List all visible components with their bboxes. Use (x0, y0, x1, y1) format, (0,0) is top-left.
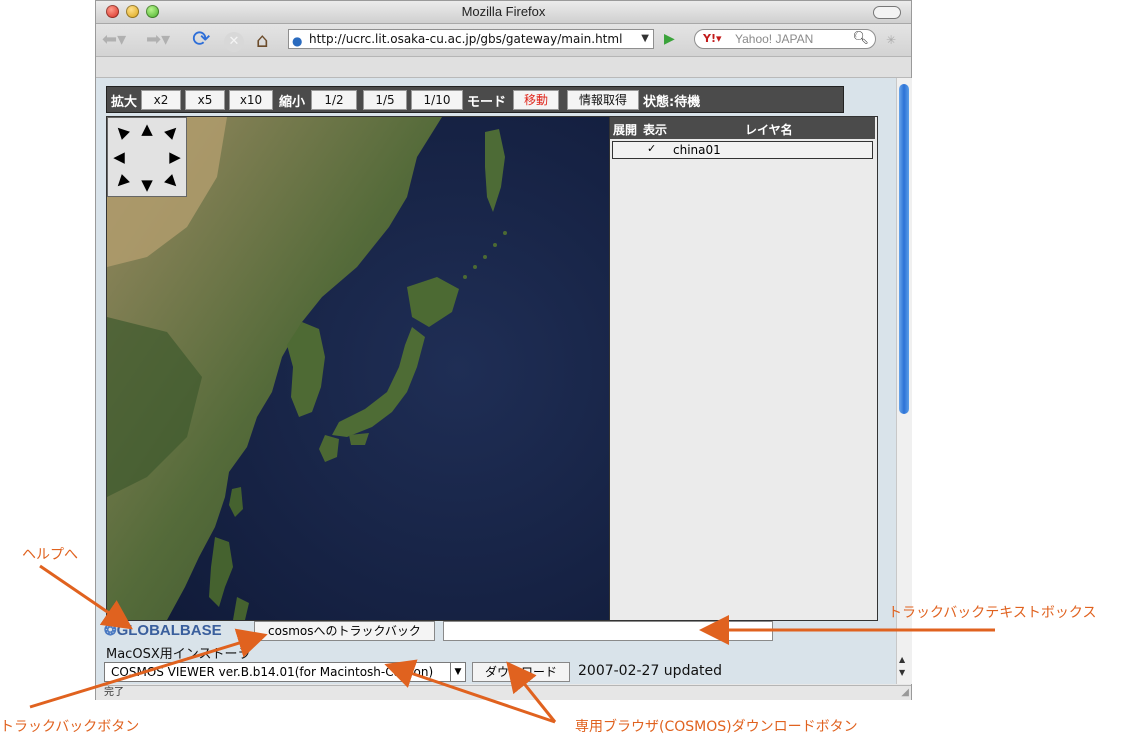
layer-row[interactable]: ✓ china01 (612, 141, 873, 159)
map-toolbar: 拡大 x2 x5 x10 縮小 1/2 1/5 1/10 モード 移動 情報取得… (106, 86, 844, 113)
home-button[interactable]: ⌂ (256, 28, 280, 52)
pan-left-button[interactable]: ◀ (110, 148, 128, 166)
search-engine-selector[interactable]: Y!▾ (703, 30, 722, 48)
reload-button[interactable]: ⟳ (192, 28, 216, 52)
scrollbar-thumb[interactable] (899, 84, 909, 414)
zoom-x5-button[interactable]: x5 (185, 90, 225, 110)
globe-logo-icon: ❂ (104, 622, 117, 639)
annotation-trackback-textbox: トラックバックテキストボックス (888, 605, 1097, 621)
go-icon: ▶ (664, 31, 675, 47)
map-pan-pad: ▲ ▲ ▲ ◀ ▶ ▲ ▼ ▲ (107, 117, 187, 197)
status-text: 完了 (104, 687, 124, 698)
zoom-fifth-button[interactable]: 1/5 (363, 90, 407, 110)
bookmarks-bar (96, 57, 911, 78)
pan-down-button[interactable]: ▼ (138, 176, 156, 194)
download-button[interactable]: ダウンロード (472, 662, 570, 682)
status-bar: 完了 ◢ (96, 685, 911, 700)
window-title: Mozilla Firefox (461, 4, 546, 19)
column-layer-name: レイヤ名 (745, 123, 793, 137)
zoom-out-label: 縮小 (279, 95, 306, 110)
go-button[interactable]: ▶ (664, 31, 675, 47)
zoom-in-label: 拡大 (111, 95, 138, 110)
stop-icon: ✕ (224, 32, 244, 52)
mode-info-button[interactable]: 情報取得 (567, 90, 639, 110)
globalbase-logo[interactable]: ❂GLOBALBASE (104, 621, 222, 639)
back-arrow-icon: ⬅▾ (102, 29, 127, 50)
zoom-x10-button[interactable]: x10 (229, 90, 273, 110)
browser-window: Mozilla Firefox ⬅▾ ➡▾ ⟳ ✕ ⌂ ● http://ucr… (95, 0, 912, 700)
column-expand: 展開 (613, 123, 638, 137)
title-bar: Mozilla Firefox (96, 1, 911, 24)
layer-visible-checkbox[interactable]: ✓ (647, 142, 656, 155)
annotation-download-button: 専用ブラウザ(COSMOS)ダウンロードボタン (575, 719, 858, 735)
mode-move-button[interactable]: 移動 (513, 90, 559, 110)
updated-text: 2007-02-27 updated (578, 663, 723, 679)
toolbar-toggle-button[interactable] (873, 6, 901, 19)
home-icon: ⌂ (256, 28, 269, 52)
pan-down-right-button[interactable]: ▲ (160, 170, 185, 195)
back-button[interactable]: ⬅▾ (102, 28, 140, 52)
pan-up-left-button[interactable]: ▲ (108, 118, 133, 143)
vertical-scrollbar[interactable]: ▲ ▼ (896, 78, 912, 684)
chevron-down-icon: ▼ (450, 663, 465, 681)
navigation-toolbar: ⬅▾ ➡▾ ⟳ ✕ ⌂ ● http://ucrc.lit.osaka-cu.a… (96, 24, 911, 57)
url-dropdown-icon[interactable]: ▼ (641, 30, 649, 48)
pan-up-button[interactable]: ▲ (138, 120, 156, 138)
scroll-up-icon[interactable]: ▲ (899, 655, 905, 664)
search-icon[interactable]: 🔍︎ (852, 30, 869, 48)
pan-right-button[interactable]: ▶ (166, 148, 184, 166)
viewer-version-select[interactable]: COSMOS VIEWER ver.B.b14.01(for Macintosh… (104, 662, 466, 682)
installer-label: MacOSX用インストーラ (106, 647, 251, 662)
zoom-x2-button[interactable]: x2 (141, 90, 181, 110)
annotation-trackback-button: トラックバックボタン (0, 719, 140, 735)
search-input[interactable]: Yahoo! JAPAN (735, 30, 813, 48)
state-text: 状態:待機 (643, 95, 701, 110)
scroll-down-icon[interactable]: ▼ (899, 668, 905, 677)
forward-arrow-icon: ➡▾ (146, 29, 171, 50)
url-text: http://ucrc.lit.osaka-cu.ac.jp/gbs/gatew… (309, 32, 623, 46)
pan-up-right-button[interactable]: ▲ (160, 118, 185, 143)
annotation-help: ヘルプへ (22, 547, 78, 563)
layer-panel-header: 展開 表示 レイヤ名 (610, 117, 875, 139)
page-content: 拡大 x2 x5 x10 縮小 1/2 1/5 1/10 モード 移動 情報取得… (96, 78, 896, 684)
throbber-icon: ✳ (886, 33, 897, 47)
resize-grip-icon[interactable]: ◢ (901, 686, 909, 700)
url-bar[interactable]: ● http://ucrc.lit.osaka-cu.ac.jp/gbs/gat… (288, 29, 654, 49)
layer-panel: 展開 表示 レイヤ名 ✓ china01 (609, 116, 878, 621)
pan-down-left-button[interactable]: ▲ (108, 170, 133, 195)
viewer-select-value: COSMOS VIEWER ver.B.b14.01(for Macintosh… (111, 665, 434, 679)
stop-button[interactable]: ✕ (224, 28, 246, 52)
forward-button[interactable]: ➡▾ (146, 28, 182, 52)
trackback-button[interactable]: cosmosへのトラックバック (254, 621, 435, 641)
search-box[interactable]: Y!▾ Yahoo! JAPAN 🔍︎ (694, 29, 876, 49)
satellite-map[interactable]: ▲ ▲ ▲ ◀ ▶ ▲ ▼ ▲ (106, 116, 610, 621)
mode-label: モード (467, 95, 507, 110)
zoom-tenth-button[interactable]: 1/10 (411, 90, 463, 110)
layer-name: china01 (673, 143, 721, 157)
trackback-text-input[interactable] (443, 621, 773, 641)
globe-icon: ● (292, 34, 303, 48)
column-visible: 表示 (643, 123, 668, 137)
reload-icon: ⟳ (192, 27, 211, 52)
zoom-half-button[interactable]: 1/2 (311, 90, 357, 110)
